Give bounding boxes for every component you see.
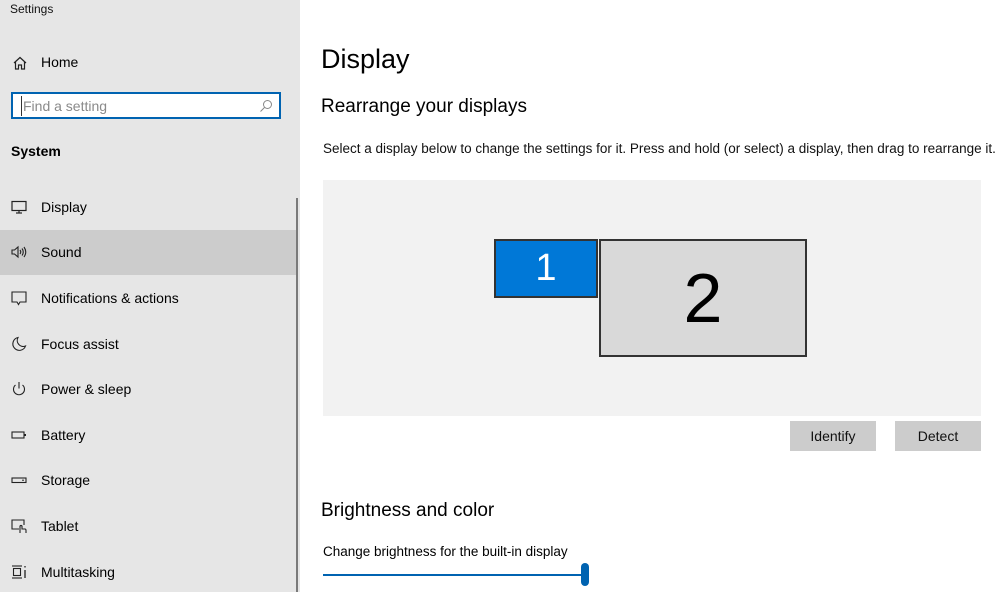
monitor-1[interactable]: 1	[494, 239, 598, 298]
brightness-label: Change brightness for the built-in displ…	[323, 544, 568, 559]
search-box[interactable]	[11, 92, 281, 119]
home-label: Home	[41, 54, 79, 70]
tablet-icon	[11, 519, 27, 533]
sidebar-item-battery[interactable]: Battery	[0, 412, 298, 458]
sidebar-item-label: Tablet	[41, 517, 79, 534]
sidebar-item-focus-assist[interactable]: Focus assist	[0, 321, 298, 367]
sidebar-item-storage[interactable]: Storage	[0, 458, 298, 504]
section-heading-system: System	[11, 143, 61, 159]
sidebar-item-notifications[interactable]: Notifications & actions	[0, 275, 298, 321]
monitor-2[interactable]: 2	[599, 239, 807, 357]
home-link[interactable]: Home	[0, 48, 296, 78]
sidebar-item-multitasking[interactable]: Multitasking	[0, 549, 298, 594]
sidebar: Settings Home System Display Sound Notif…	[0, 0, 300, 592]
storage-icon	[11, 477, 27, 484]
sidebar-item-power-sleep[interactable]: Power & sleep	[0, 366, 298, 412]
sidebar-item-tablet[interactable]: Tablet	[0, 503, 298, 549]
brightness-slider-track[interactable]	[323, 574, 585, 576]
multitasking-icon	[12, 564, 26, 579]
sidebar-item-label: Focus assist	[41, 335, 119, 352]
home-icon	[13, 56, 27, 70]
sidebar-item-label: Battery	[41, 426, 86, 443]
rearrange-heading: Rearrange your displays	[321, 96, 527, 117]
identify-button[interactable]: Identify	[790, 421, 876, 451]
speaker-icon	[11, 246, 27, 259]
notification-icon	[11, 291, 27, 306]
main-content: Display Rearrange your displays Select a…	[300, 0, 1008, 592]
power-icon	[13, 382, 25, 396]
app-title: Settings	[10, 2, 54, 16]
rearrange-description: Select a display below to change the set…	[323, 141, 996, 156]
sidebar-item-label: Notifications & actions	[41, 289, 179, 306]
detect-button[interactable]: Detect	[895, 421, 981, 451]
monitor-icon	[11, 200, 27, 214]
sidebar-item-label: Storage	[41, 472, 91, 489]
sidebar-item-sound[interactable]: Sound	[0, 229, 298, 276]
brightness-slider[interactable]	[323, 563, 589, 587]
display-arrangement-area: 1 2	[323, 180, 981, 416]
sidebar-item-display[interactable]: Display	[0, 184, 298, 230]
sidebar-item-label: Power & sleep	[41, 381, 132, 398]
brightness-heading: Brightness and color	[321, 500, 495, 521]
sidebar-nav: Display Sound Notifications & actions Fo…	[0, 184, 298, 594]
sidebar-item-label: Multitasking	[41, 563, 115, 580]
sidebar-item-label: Sound	[41, 244, 82, 261]
brightness-slider-thumb[interactable]	[581, 563, 589, 586]
page-title: Display	[321, 44, 410, 74]
monitor-1-label: 1	[535, 247, 557, 289]
search-input[interactable]	[21, 96, 253, 116]
sidebar-item-label: Display	[41, 198, 87, 215]
sidebar-scrollbar[interactable]	[296, 198, 298, 592]
monitor-2-label: 2	[683, 259, 723, 337]
battery-icon	[11, 431, 26, 439]
moon-icon	[12, 336, 27, 351]
search-icon[interactable]	[259, 99, 273, 113]
